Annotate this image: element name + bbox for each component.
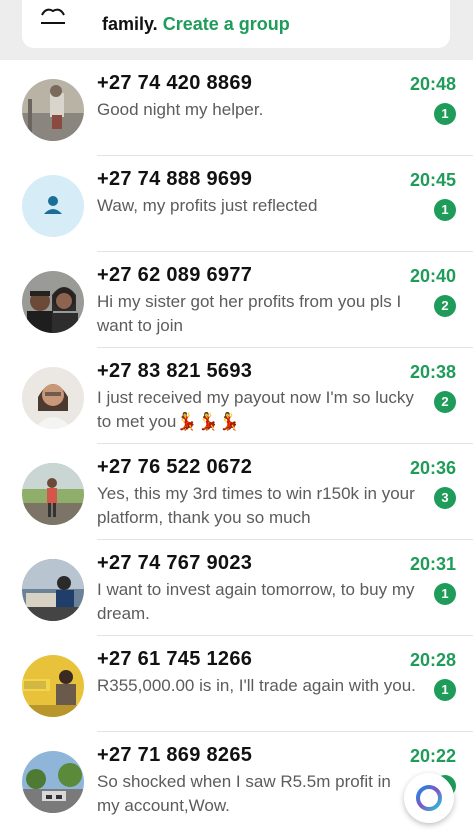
chat-time: 20:22 [409, 746, 456, 766]
chat-name: +27 71 869 8265 [97, 744, 253, 766]
chat-name: +27 74 888 9699 [97, 168, 253, 190]
unread-badge: 1 [434, 199, 456, 221]
chat-name: +27 62 089 6977 [97, 264, 253, 286]
chat-message-preview: So shocked when I saw R5.5m profit in my… [97, 772, 391, 815]
chat-message-preview: Hi my sister got her profits from you pl… [97, 292, 402, 335]
community-banner[interactable]: family. Create a group [22, 0, 450, 48]
avatar [22, 79, 84, 141]
community-icon [41, 8, 65, 24]
chat-list: +27 74 420 8869 20:48 Good night my help… [0, 60, 473, 840]
chat-row[interactable]: +27 71 869 8265 20:22 So shocked when I … [0, 732, 473, 828]
avatar [22, 559, 84, 621]
default-person-icon [22, 175, 84, 237]
chat-time: 20:36 [409, 458, 456, 478]
unread-badge: 2 [434, 391, 456, 413]
chat-row[interactable]: +27 83 821 5693 20:38 I just received my… [0, 348, 473, 444]
avatar [22, 655, 84, 717]
chat-row[interactable]: +27 61 745 1266 20:28 R355,000.00 is in,… [0, 636, 473, 732]
chat-row[interactable]: +27 74 420 8869 20:48 Good night my help… [0, 60, 473, 156]
chat-message-preview: I want to invest again tomorrow, to buy … [97, 580, 415, 623]
community-banner-label: family. [102, 14, 158, 34]
chat-message-preview: Waw, my profits just reflected [97, 196, 318, 215]
chat-name: +27 74 420 8869 [97, 72, 253, 94]
chat-time: 20:38 [409, 362, 456, 382]
chat-time: 20:45 [409, 170, 456, 190]
chat-name: +27 74 767 9023 [97, 552, 253, 574]
chat-message-preview: R355,000.00 is in, I'll trade again with… [97, 676, 416, 695]
chat-name: +27 83 821 5693 [97, 360, 253, 382]
chat-time: 20:48 [409, 74, 456, 94]
chat-time: 20:31 [409, 554, 456, 574]
unread-badge: 1 [434, 679, 456, 701]
chat-row[interactable]: +27 62 089 6977 20:40 Hi my sister got h… [0, 252, 473, 348]
community-banner-text: family. Create a group [102, 14, 290, 35]
chat-message-preview: I just received my payout now I'm so luc… [97, 388, 414, 431]
unread-badge: 3 [434, 487, 456, 509]
chat-message-preview: Good night my helper. [97, 100, 264, 119]
unread-badge: 1 [434, 583, 456, 605]
avatar [22, 367, 84, 429]
avatar [22, 271, 84, 333]
chat-row[interactable]: +27 74 888 9699 20:45 Waw, my profits ju… [0, 156, 473, 252]
avatar [22, 463, 84, 525]
chat-name: +27 61 745 1266 [97, 648, 253, 670]
chat-message-preview: Yes, this my 3rd times to win r150k in y… [97, 484, 415, 527]
create-group-link[interactable]: Create a group [163, 14, 290, 34]
avatar [22, 751, 84, 813]
unread-badge: 2 [434, 295, 456, 317]
chat-time: 20:28 [409, 650, 456, 670]
chat-row[interactable]: +27 74 767 9023 20:31 I want to invest a… [0, 540, 473, 636]
chat-name: +27 76 522 0672 [97, 456, 253, 478]
meta-ai-icon [416, 785, 442, 811]
meta-ai-button[interactable] [404, 773, 454, 823]
unread-badge: 1 [434, 103, 456, 125]
chat-time: 20:40 [409, 266, 456, 286]
chat-row[interactable]: +27 76 522 0672 20:36 Yes, this my 3rd t… [0, 444, 473, 540]
